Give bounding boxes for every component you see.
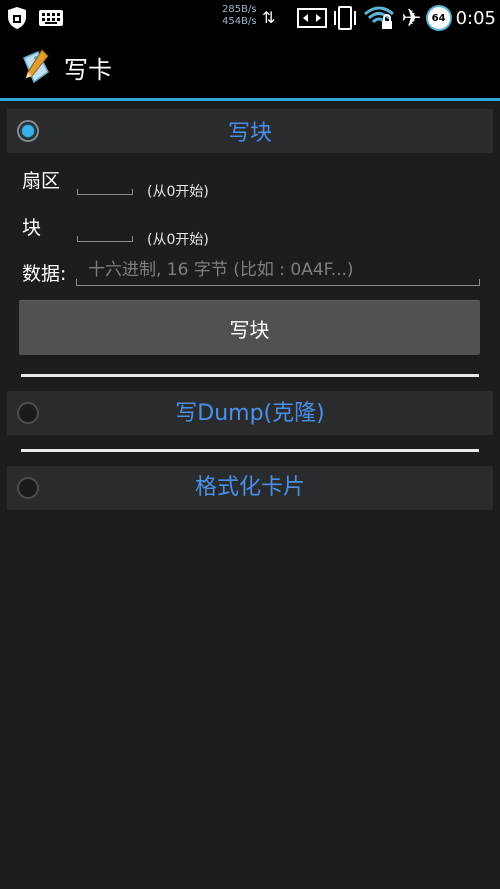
divider (21, 449, 479, 452)
block-input[interactable] (77, 223, 133, 242)
sector-label: 扇区 (22, 170, 61, 192)
net-down-speed: 454B/s (222, 16, 257, 27)
sector-input[interactable] (77, 176, 133, 195)
airplane-icon: ✈ (401, 4, 422, 32)
data-placeholder: 十六进制, 16 字节 (比如 : 0A4F...) (88, 260, 354, 280)
tag-pencil-icon[interactable] (18, 48, 52, 86)
sector-hint: (从0开始) (147, 184, 209, 200)
section-title: 写Dump(克隆) (175, 401, 325, 426)
app-title: 写卡 (64, 55, 112, 84)
keyboard-icon (39, 10, 63, 26)
action-bar: 写卡 (0, 36, 500, 98)
status-bar: 285B/s 454B/s ⇅ ✈ 64 0:05 (0, 0, 500, 36)
section-title: 写块 (227, 121, 272, 146)
clock: 0:05 (455, 7, 496, 29)
transfer-arrows-icon: ⇅ (262, 8, 276, 27)
phone-vibrate-icon (334, 6, 357, 30)
section-title: 格式化卡片 (194, 475, 305, 500)
battery-indicator: 64 (427, 7, 450, 29)
shield-icon (8, 7, 26, 29)
action-bar-accent-line (0, 98, 500, 101)
screen-mirror-icon (297, 8, 328, 28)
divider (21, 374, 479, 377)
data-input[interactable]: 十六进制, 16 字节 (比如 : 0A4F...) (76, 256, 480, 286)
data-label: 数据: (22, 263, 67, 285)
net-up-speed: 285B/s (222, 4, 257, 15)
write-block-button[interactable]: 写块 (19, 300, 480, 355)
network-speed: 285B/s 454B/s (222, 4, 257, 28)
block-label: 块 (22, 217, 42, 239)
block-hint: (从0开始) (147, 232, 209, 248)
section-format-card[interactable]: 格式化卡片 (7, 466, 493, 510)
battery-level: 64 (431, 12, 446, 24)
section-write-block[interactable]: 写块 (7, 109, 493, 153)
section-write-dump[interactable]: 写Dump(克隆) (7, 391, 493, 435)
wifi-lock-icon (364, 6, 395, 29)
